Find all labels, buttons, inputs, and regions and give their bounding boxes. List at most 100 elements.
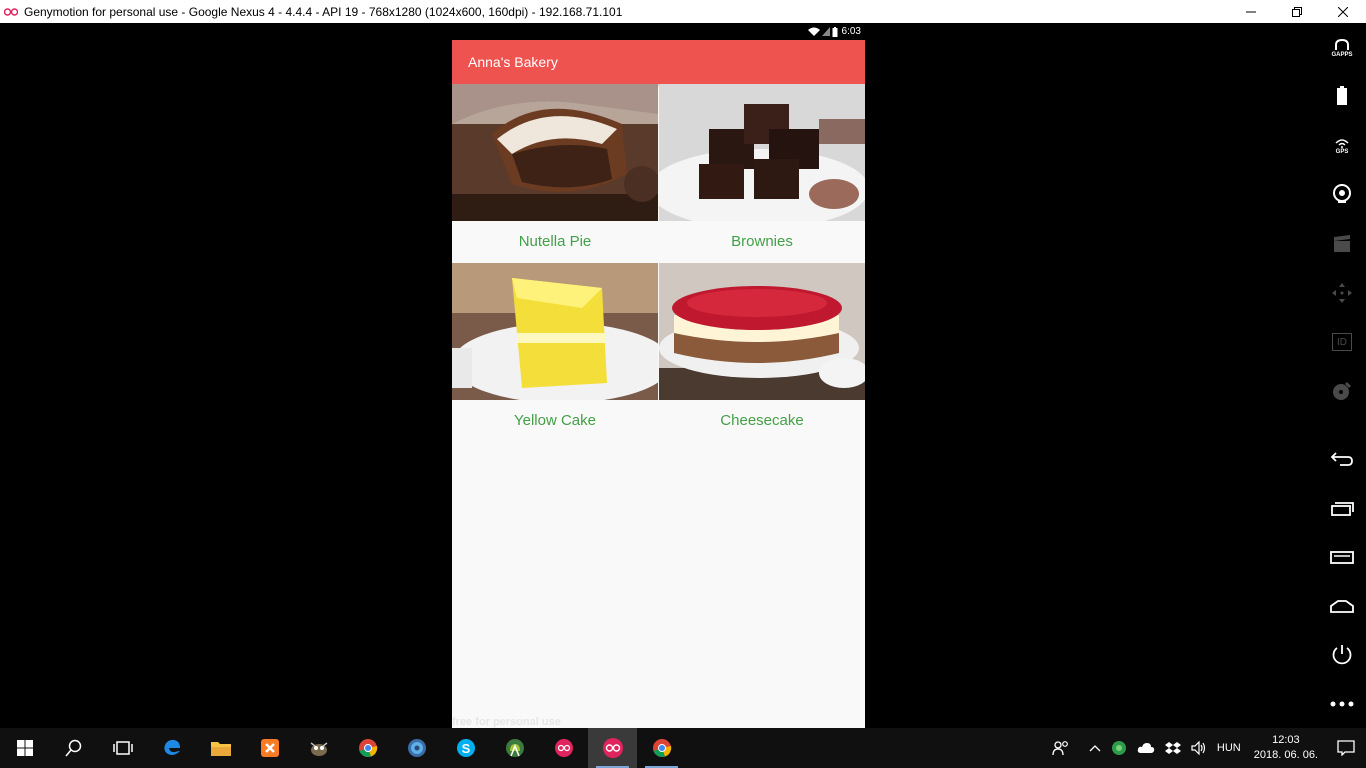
- taskbar-browser[interactable]: [392, 728, 441, 768]
- brownies-image: [659, 84, 865, 221]
- windows-logo-icon: [16, 740, 33, 756]
- chevron-up-icon: [1089, 745, 1101, 752]
- clock-date: 2018. 06. 06.: [1253, 749, 1318, 761]
- id-icon: ID: [1332, 333, 1352, 351]
- battery-icon: [832, 26, 838, 37]
- notification-icon: [1337, 740, 1355, 756]
- svg-text:S: S: [461, 741, 470, 756]
- people-button[interactable]: [1047, 728, 1075, 768]
- chrome-icon: [652, 739, 671, 758]
- close-icon: [1338, 6, 1348, 17]
- taskbar-edge[interactable]: [147, 728, 196, 768]
- clock-time: 12:03: [1272, 734, 1300, 746]
- android-status-bar: 6:03: [452, 23, 865, 40]
- action-center-button[interactable]: [1326, 728, 1366, 768]
- minimize-button[interactable]: [1228, 0, 1274, 23]
- globe-icon: [407, 739, 426, 757]
- gapps-icon: [1335, 38, 1349, 50]
- grid-item-nutella-pie[interactable]: Nutella Pie: [452, 84, 658, 262]
- clock-button[interactable]: 12:03 2018. 06. 06.: [1246, 733, 1326, 763]
- home-button[interactable]: [1318, 593, 1366, 619]
- gps-caption: GPS: [1335, 148, 1349, 155]
- genymotion-player-icon: [602, 738, 623, 758]
- gps-button[interactable]: GPS: [1318, 133, 1366, 159]
- power-button[interactable]: [1318, 642, 1366, 668]
- more-dots-icon: [1330, 701, 1354, 707]
- tray-network-app[interactable]: [1106, 728, 1132, 768]
- battery-button[interactable]: [1318, 83, 1366, 109]
- yellow-cake-image: [452, 263, 658, 400]
- more-options-button[interactable]: [1318, 691, 1366, 717]
- taskbar-genymotion-launcher[interactable]: [539, 728, 588, 768]
- status-time: 6:03: [841, 26, 861, 37]
- close-button[interactable]: [1320, 0, 1366, 23]
- volume-button[interactable]: [1186, 728, 1212, 768]
- xampp-icon: [260, 739, 279, 757]
- taskbar-skype[interactable]: S: [441, 728, 490, 768]
- grid-item-label: Nutella Pie: [518, 233, 592, 250]
- grid-item-brownies[interactable]: Brownies: [659, 84, 865, 262]
- app-toolbar: Anna's Bakery: [452, 40, 865, 84]
- speaker-icon: [1191, 741, 1206, 755]
- people-icon: [1052, 741, 1068, 756]
- cheesecake-image: [659, 263, 865, 400]
- taskbar-chrome-2[interactable]: [637, 728, 686, 768]
- android-studio-icon: [505, 739, 524, 757]
- webcam-icon: [1333, 184, 1351, 203]
- show-hidden-icons-button[interactable]: [1075, 728, 1106, 768]
- task-view-button[interactable]: [98, 728, 147, 768]
- taskbar-android-studio[interactable]: [490, 728, 539, 768]
- recent-apps-icon: [1331, 502, 1354, 516]
- genymotion-icon: [554, 739, 573, 757]
- menu-icon: [1330, 551, 1354, 564]
- back-button[interactable]: [1318, 446, 1366, 472]
- grid-item-cheesecake[interactable]: Cheesecake: [659, 263, 865, 441]
- personal-use-watermark: free for personal use: [452, 716, 561, 728]
- id-caption: ID: [1337, 336, 1347, 348]
- recent-apps-button[interactable]: [1318, 496, 1366, 522]
- dropbox-button[interactable]: [1160, 728, 1186, 768]
- window-title: Genymotion for personal use - Google Nex…: [24, 4, 623, 19]
- dpad-icon: [1332, 283, 1352, 303]
- device-id-button[interactable]: ID: [1318, 329, 1366, 355]
- gapps-caption: GAPPS: [1331, 51, 1353, 58]
- genymotion-logo-icon: [4, 7, 18, 17]
- wifi-icon: [807, 27, 820, 36]
- restore-button[interactable]: [1274, 0, 1320, 23]
- screencast-button[interactable]: [1318, 231, 1366, 257]
- edge-browser-icon: [163, 739, 180, 755]
- gapps-button[interactable]: GAPPS: [1318, 35, 1366, 61]
- power-icon: [1332, 645, 1352, 665]
- disk-io-button[interactable]: [1318, 378, 1366, 404]
- onedrive-button[interactable]: [1132, 728, 1160, 768]
- taskbar-chrome[interactable]: [343, 728, 392, 768]
- taskbar-xampp[interactable]: [245, 728, 294, 768]
- minimize-icon: [1246, 11, 1256, 12]
- signal-icon: [821, 27, 830, 36]
- nutella-pie-image: [452, 84, 658, 221]
- menu-button[interactable]: [1318, 544, 1366, 570]
- search-icon: [64, 739, 81, 757]
- task-view-icon: [112, 741, 133, 755]
- taskbar-file-explorer[interactable]: [196, 728, 245, 768]
- folder-icon: [210, 742, 231, 756]
- webcam-button[interactable]: [1318, 181, 1366, 207]
- start-button[interactable]: [0, 728, 49, 768]
- input-language-button[interactable]: HUN: [1212, 728, 1246, 768]
- app-title: Anna's Bakery: [468, 54, 558, 70]
- taskbar-genymotion-player[interactable]: [588, 728, 637, 768]
- dpad-button[interactable]: [1318, 280, 1366, 306]
- taskbar-gimp[interactable]: [294, 728, 343, 768]
- clapperboard-icon: [1334, 235, 1350, 252]
- device-screen: 6:03 Anna's Bakery Nutella Pie Brownies …: [452, 23, 865, 728]
- globe-tray-icon: [1111, 741, 1126, 755]
- gimp-icon: [310, 742, 327, 756]
- search-button[interactable]: [49, 728, 98, 768]
- genymotion-toolbar: GAPPS GPS ID: [1318, 23, 1366, 728]
- grid-item-label: Brownies: [731, 233, 793, 250]
- system-tray: HUN 12:03 2018. 06. 06.: [1047, 728, 1366, 768]
- battery-icon: [1337, 86, 1347, 105]
- disk-icon: [1333, 382, 1351, 400]
- grid-item-yellow-cake[interactable]: Yellow Cake: [452, 263, 658, 441]
- window-titlebar: Genymotion for personal use - Google Nex…: [0, 0, 1366, 23]
